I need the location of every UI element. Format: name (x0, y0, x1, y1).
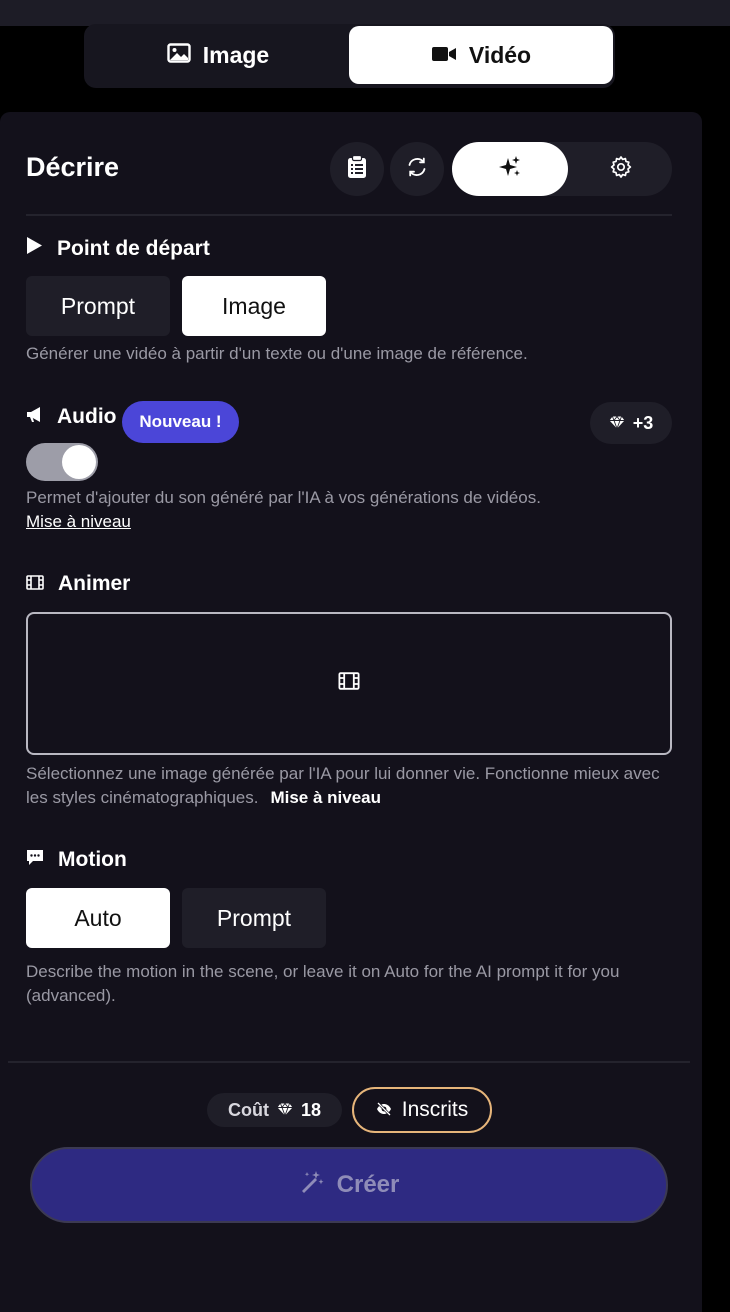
audio-heading: Audio (26, 405, 116, 429)
total-cost-chip: Coût 18 (207, 1093, 342, 1127)
animate-upgrade-link[interactable]: Mise à niveau (270, 788, 381, 807)
audio-upgrade-link[interactable]: Mise à niveau (26, 512, 131, 531)
gear-icon (609, 155, 633, 184)
animate-help-block: Sélectionnez une image générée par l'IA … (26, 762, 676, 810)
clipboard-button[interactable] (330, 142, 384, 196)
visibility-button[interactable]: Inscrits (352, 1087, 492, 1133)
footer-divider (8, 1061, 690, 1063)
new-badge: Nouveau ! (122, 401, 239, 443)
start-point-heading: Point de départ (26, 236, 210, 261)
toggle-knob (62, 445, 96, 479)
video-mode-button[interactable]: Vidéo (349, 26, 613, 84)
motion-heading: Motion (26, 848, 127, 872)
top-bar (0, 0, 730, 26)
motion-prompt-option[interactable]: Prompt (182, 888, 326, 948)
create-label: Créer (336, 1171, 400, 1198)
animate-image-dropzone[interactable] (26, 612, 672, 755)
audio-title: Audio (57, 405, 117, 428)
sparkles-icon (498, 155, 522, 184)
cost-label: Coût (227, 1099, 269, 1120)
video-mode-label: Vidéo (468, 41, 532, 68)
diamond-icon (277, 1100, 293, 1121)
cost-value: 18 (300, 1099, 321, 1120)
animate-title: Animer (58, 572, 131, 595)
image-mode-label: Image (202, 41, 270, 68)
play-icon (26, 236, 43, 261)
visibility-label: Inscrits (401, 1098, 469, 1121)
assist-settings-toggle (452, 142, 672, 196)
film-icon (338, 672, 360, 695)
start-point-image-option[interactable]: Image (182, 276, 326, 336)
start-point-prompt-option[interactable]: Prompt (26, 276, 170, 336)
diamond-icon (609, 413, 625, 434)
image-mode-button[interactable]: Image (86, 26, 350, 84)
audio-cost-pill: +3 (590, 402, 672, 444)
image-icon (167, 42, 191, 69)
clipboard-icon (347, 154, 367, 184)
motion-auto-option[interactable]: Auto (26, 888, 170, 948)
audio-toggle[interactable] (26, 443, 98, 481)
magic-wand-icon (299, 1169, 325, 1202)
animate-heading: Animer (26, 572, 130, 596)
mode-switch: Image Vidéo (84, 24, 615, 88)
create-button[interactable]: Créer (30, 1147, 668, 1223)
chat-bubble-icon (26, 848, 44, 872)
motion-title: Motion (58, 848, 127, 871)
settings-button[interactable] (570, 142, 672, 196)
megaphone-icon (26, 405, 43, 429)
refresh-button[interactable] (390, 142, 444, 196)
start-point-help: Générer une vidéo à partir d'un texte ou… (26, 344, 528, 363)
video-camera-icon (431, 42, 457, 69)
eye-slash-icon (376, 1098, 392, 1122)
panel-title: Décrire (26, 152, 120, 182)
ai-assist-button[interactable] (452, 142, 568, 196)
refresh-icon (406, 156, 428, 183)
audio-help-block: Permet d'ajouter du son généré par l'IA … (26, 486, 676, 534)
audio-help: Permet d'ajouter du son généré par l'IA … (26, 488, 541, 507)
header-divider (26, 214, 672, 216)
film-icon (26, 572, 44, 596)
motion-help: Describe the motion in the scene, or lea… (26, 962, 620, 1005)
start-point-title: Point de départ (57, 236, 210, 260)
video-settings-panel: Décrire Point de départ Prompt Image Gén… (0, 112, 702, 1312)
audio-cost-value: +3 (632, 412, 654, 433)
